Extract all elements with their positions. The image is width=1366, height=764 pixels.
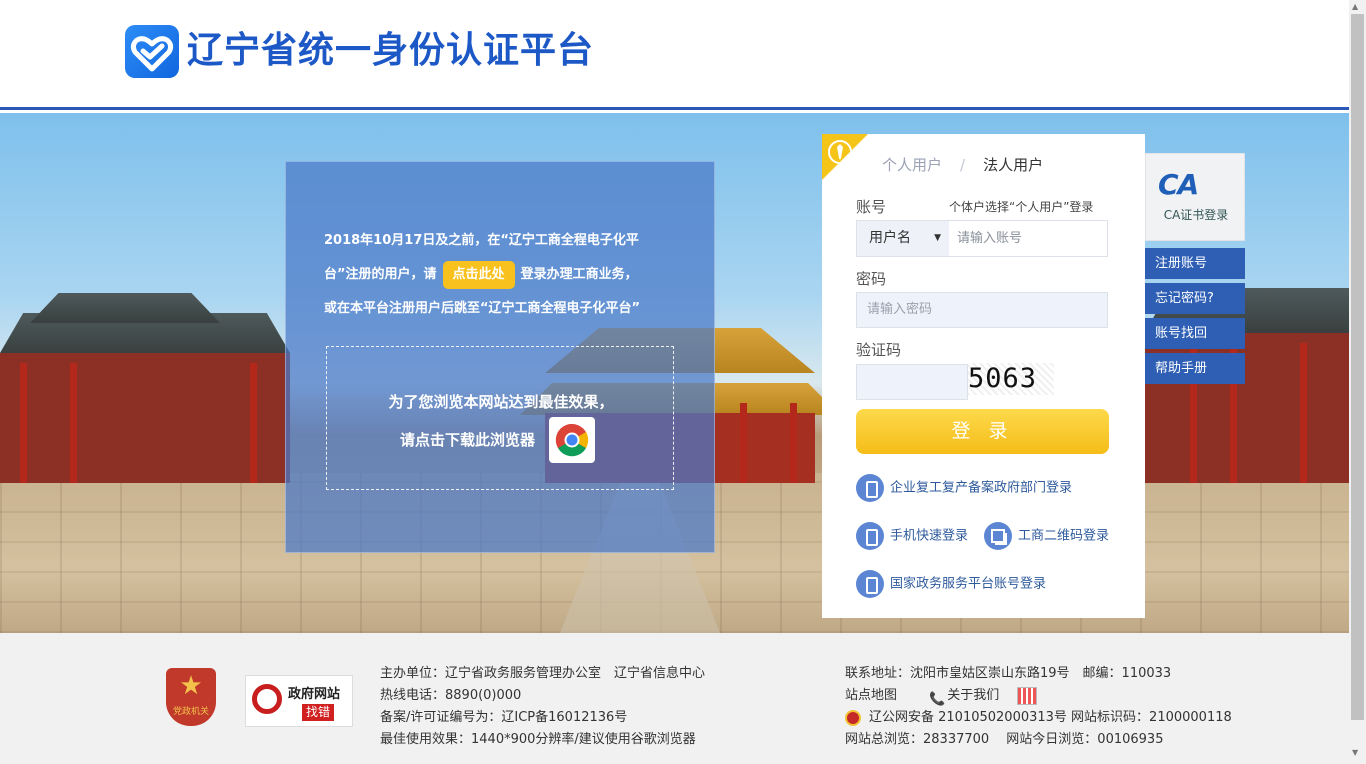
gov-badge-sub: 找错 — [302, 704, 335, 721]
enterprise-gov-login-link[interactable]: 企业复工复产备案政府部门登录 — [856, 474, 1072, 503]
login-button[interactable]: 登 录 — [856, 409, 1109, 454]
click-here-button[interactable]: 点击此处 — [442, 261, 515, 289]
pillar — [1300, 343, 1307, 483]
national-platform-login-label: 国家政务服务平台账号登录 — [890, 576, 1047, 592]
account-input[interactable]: 请输入账号 — [957, 221, 1022, 256]
footer-police-record[interactable]: 辽公网安备 21010502000313号 网站标识码：2100000118 — [845, 707, 1232, 729]
forgot-password-button[interactable]: 忘记密码? — [1145, 283, 1245, 314]
help-manual-button[interactable]: 帮助手册 — [1145, 353, 1245, 384]
captcha-input[interactable] — [856, 364, 968, 400]
browser-recommendation: 为了您浏览本网站达到最佳效果， 请点击下载此浏览器 — [326, 346, 674, 490]
pillar — [740, 403, 747, 483]
password-label: 密码 — [856, 270, 887, 288]
site-title[interactable]: 辽宁省统一身份认证平台 — [187, 26, 594, 76]
footer-sponsor: 主办单位：辽宁省政务服务管理办公室 辽宁省信息中心 — [380, 666, 706, 681]
left-upper-roof — [30, 293, 220, 323]
notice-line-part: 台”注册的用户，请 — [324, 267, 437, 282]
footer-best-view: 最佳使用效果：1440*900分辨率/建议使用谷歌浏览器 — [380, 732, 696, 747]
caret-down-icon: ▼ — [934, 233, 941, 243]
notice-line: 2018年10月17日及之前，在“辽宁工商全程电子化平 — [324, 233, 639, 248]
gov-badge-title: 政府网站 — [288, 687, 341, 702]
left-building — [0, 353, 290, 483]
footer-police-text: 辽公网安备 21010502000313号 网站标识码：2100000118 — [869, 710, 1232, 725]
footer-hotline: 热线电话：8890(0)000 — [380, 688, 522, 703]
scroll-down-arrow-icon[interactable]: ▼ — [1352, 748, 1358, 757]
ca-certificate-login-button[interactable]: CA CA证书登录 — [1145, 153, 1245, 241]
browser-line1: 为了您浏览本网站达到最佳效果， — [388, 393, 614, 411]
account-type-select[interactable]: 用户名 ▼ — [857, 221, 949, 256]
account-field-group: 用户名 ▼ 请输入账号 — [856, 220, 1108, 257]
account-label: 账号 — [856, 198, 887, 216]
ca-certificate-login-label: CA证书登录 — [1163, 208, 1229, 222]
notice-line: 台”注册的用户，请 点击此处 登录办理工商业务， — [324, 258, 684, 292]
police-badge-icon — [845, 709, 861, 726]
footer-address: 联系地址：沈阳市皇姑区崇山东路19号 邮编：110033 — [845, 666, 1172, 681]
notice-line: 或在本平台注册用户后跳至“辽宁工商全程电子化平台” — [324, 301, 641, 316]
notice-line-part: 登录办理工商业务， — [520, 267, 638, 282]
national-platform-login-link[interactable]: 国家政务服务平台账号登录 — [856, 570, 1046, 599]
cnzz-stats-icon[interactable] — [1017, 686, 1038, 705]
pillar — [790, 403, 797, 483]
register-account-button[interactable]: 注册账号 — [1145, 248, 1245, 279]
phone-icon — [856, 522, 884, 550]
qr-code-login-label: 工商二维码登录 — [1018, 528, 1110, 544]
about-us-link[interactable]: 关于我们 — [947, 688, 999, 703]
login-panel: 个人用户 / 法人用户 账号 个体户选择“个人用户”登录 用户名 ▼ 请输入账号 密… — [822, 134, 1145, 618]
qr-code-icon — [984, 522, 1012, 550]
site-footer: ★ 党政机关 政府网站 找错 主办单位：辽宁省政务服务管理办公室 辽宁省信息中心… — [0, 633, 1349, 764]
gov-website-error-report-badge[interactable]: 政府网站 找错 — [245, 675, 353, 727]
ca-logo-icon: CA — [1158, 168, 1199, 201]
magnifier-icon — [252, 684, 282, 714]
emblem-icon: ★ — [179, 671, 203, 701]
qr-code-login-link[interactable]: 工商二维码登录 — [984, 522, 1109, 551]
phone-quick-login-label: 手机快速登录 — [890, 528, 969, 544]
phone-icon — [856, 570, 884, 598]
heart-check-icon — [125, 25, 179, 78]
browser-line2: 请点击下载此浏览器 — [400, 431, 536, 449]
captcha-label: 验证码 — [856, 341, 902, 359]
chrome-download-button[interactable] — [549, 417, 595, 463]
notice-text: 2018年10月17日及之前，在“辽宁工商全程电子化平 台”注册的用户，请 点击此… — [324, 224, 684, 326]
tab-individual-user[interactable]: 个人用户 — [882, 156, 942, 174]
sitemap-link[interactable]: 站点地图 — [845, 688, 897, 703]
account-type-value: 用户名 — [869, 230, 911, 246]
site-header: 辽宁省统一身份认证平台 — [0, 0, 1349, 110]
party-government-badge[interactable]: ★ 党政机关 — [166, 668, 216, 726]
phone-icon: 📞 — [929, 691, 946, 707]
account-hint: 个体户选择“个人用户”登录 — [949, 200, 1094, 214]
notice-panel: 2018年10月17日及之前，在“辽宁工商全程电子化平 台”注册的用户，请 点击此… — [285, 161, 715, 553]
pillar — [70, 363, 77, 483]
tab-legal-user[interactable]: 法人用户 — [983, 156, 1043, 174]
tab-separator: / — [960, 156, 966, 174]
chrome-icon — [555, 423, 589, 457]
password-input[interactable]: 请输入密码 — [856, 292, 1108, 328]
captcha-image[interactable]: 5063 — [968, 363, 1054, 395]
enterprise-gov-login-label: 企业复工复产备案政府部门登录 — [890, 480, 1073, 496]
corner-tie-icon — [822, 134, 868, 180]
scrollbar-thumb[interactable] — [1351, 14, 1364, 720]
phone-icon — [856, 474, 884, 502]
pillar — [20, 363, 27, 483]
footer-links: 站点地图 📞 关于我们 — [845, 685, 1038, 707]
recover-account-button[interactable]: 账号找回 — [1145, 318, 1245, 349]
scroll-up-arrow-icon[interactable]: ▲ — [1352, 2, 1358, 11]
footer-visits: 网站总浏览：28337700 网站今日浏览：00106935 — [845, 732, 1164, 747]
phone-quick-login-link[interactable]: 手机快速登录 — [856, 522, 968, 551]
footer-icp[interactable]: 备案/许可证编号为：辽ICP备16012136号 — [380, 707, 627, 729]
user-type-tabs: 个人用户 / 法人用户 — [882, 154, 1043, 175]
party-badge-label: 党政机关 — [172, 707, 209, 717]
pillar — [250, 363, 257, 483]
